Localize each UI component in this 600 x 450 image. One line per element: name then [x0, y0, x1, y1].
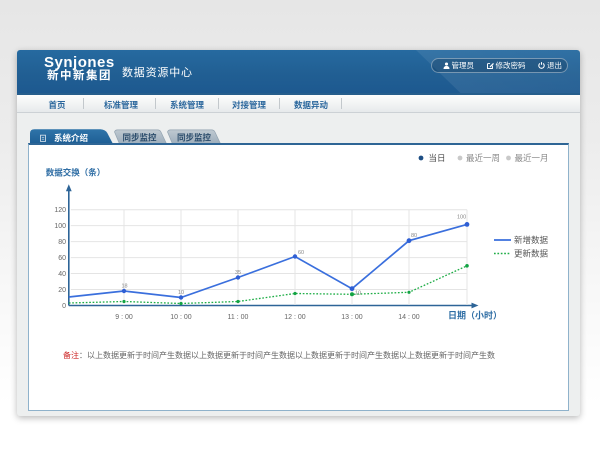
- svg-text:80: 80: [411, 233, 417, 239]
- svg-text:60: 60: [298, 250, 304, 256]
- svg-text:80: 80: [58, 239, 66, 246]
- svg-text:35: 35: [235, 270, 241, 276]
- svg-text:10 : 00: 10 : 00: [170, 314, 192, 321]
- svg-text:9 : 00: 9 : 00: [115, 314, 133, 321]
- svg-text:新增数据: 新增数据: [514, 235, 549, 245]
- svg-text:更新数据: 更新数据: [514, 249, 549, 259]
- svg-text:20: 20: [58, 287, 66, 294]
- svg-text:60: 60: [58, 255, 66, 262]
- svg-text:18: 18: [122, 284, 128, 290]
- svg-text:10: 10: [178, 290, 184, 296]
- svg-text:0: 0: [62, 303, 66, 310]
- svg-text:100: 100: [54, 223, 66, 230]
- svg-text:14 : 00: 14 : 00: [398, 314, 420, 321]
- svg-text:当日: 当日: [429, 153, 446, 163]
- svg-text:11 : 00: 11 : 00: [228, 314, 249, 321]
- svg-text:100: 100: [457, 215, 466, 221]
- svg-text:日期（小时）: 日期（小时）: [448, 310, 502, 321]
- svg-text:13 : 00: 13 : 00: [341, 314, 363, 321]
- svg-text:数据交换（条）: 数据交换（条）: [46, 168, 106, 178]
- svg-text:120: 120: [54, 207, 66, 214]
- svg-text:12 : 00: 12 : 00: [284, 314, 306, 321]
- svg-text:最近一周: 最近一周: [466, 153, 500, 163]
- svg-text:10: 10: [355, 291, 361, 297]
- svg-text:最近一月: 最近一月: [515, 153, 549, 163]
- svg-text:40: 40: [58, 271, 66, 278]
